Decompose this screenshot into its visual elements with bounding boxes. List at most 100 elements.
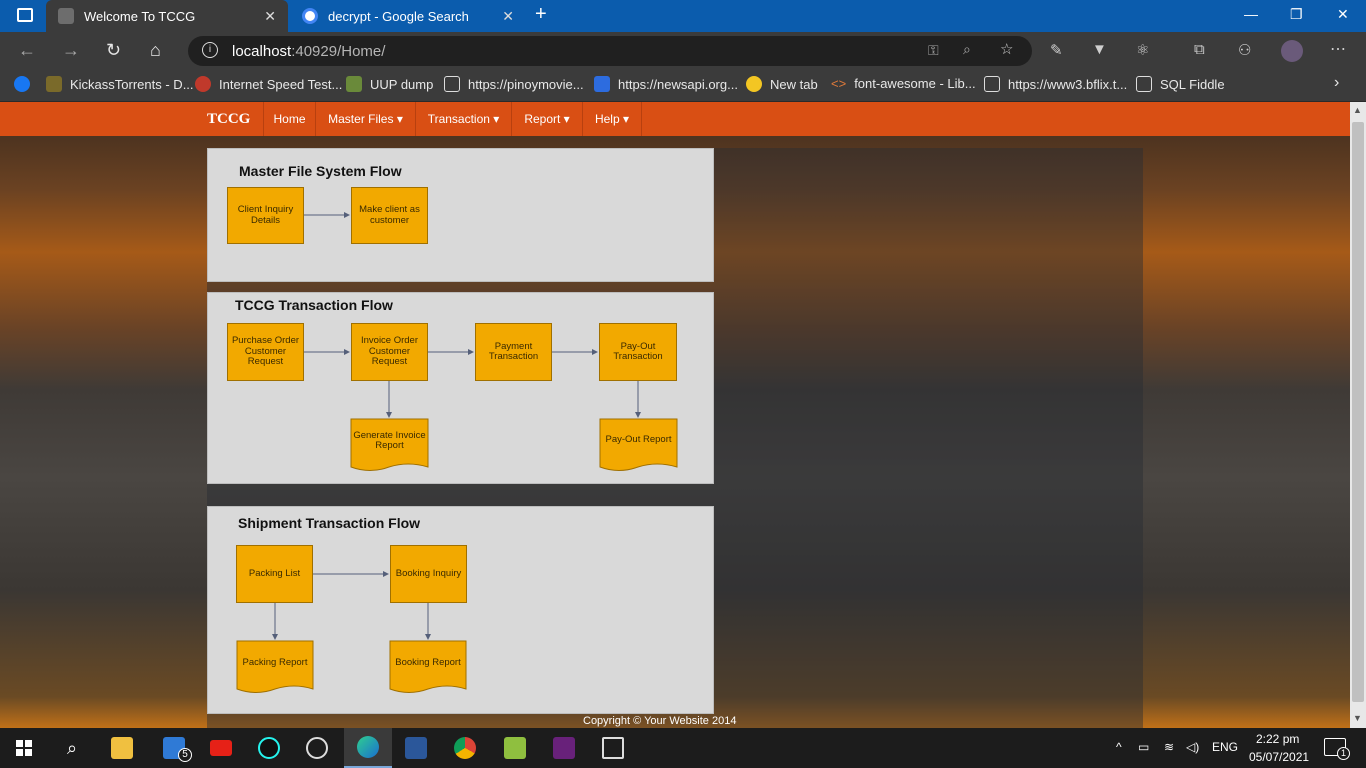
chrome-icon[interactable] <box>441 728 489 768</box>
forward-arrow-icon[interactable]: → <box>62 40 80 61</box>
bookmark-fontawesome[interactable]: <> font-awesome - Lib... <box>831 76 976 91</box>
extension-atom-icon[interactable]: ⚛ <box>1136 41 1149 59</box>
clock-time[interactable]: 2:22 pm <box>1256 732 1299 746</box>
code-icon: <> <box>831 76 847 91</box>
extension-pen-icon[interactable]: ✎ <box>1050 41 1063 59</box>
bookmark-facebook[interactable] <box>14 76 38 92</box>
clock-date[interactable]: 05/07/2021 <box>1249 750 1309 764</box>
refresh-icon[interactable]: ↻ <box>106 40 121 61</box>
bookmark-bflix[interactable]: https://www3.bflix.t... <box>984 76 1127 92</box>
favorite-star-icon[interactable]: ☆ <box>1000 40 1013 58</box>
minimize-button[interactable]: — <box>1244 6 1258 22</box>
nav-report[interactable]: Report ▾ <box>511 102 582 136</box>
home-icon[interactable]: ⌂ <box>150 40 161 61</box>
avatar[interactable] <box>1281 40 1303 62</box>
info-icon[interactable]: i <box>202 42 218 58</box>
close-tab-icon[interactable]: ✕ <box>264 8 276 25</box>
nav-transaction[interactable]: Transaction ▾ <box>415 102 511 136</box>
bookmark-newsapi[interactable]: https://newsapi.org... <box>594 76 738 92</box>
dev-tool-icon[interactable] <box>491 728 539 768</box>
address-path: :40929/Home/ <box>291 42 386 60</box>
bookmark-pinoymovie[interactable]: https://pinoymovie... <box>444 76 584 92</box>
flow-box-client-inquiry: Client Inquiry Details <box>227 187 304 244</box>
windows-taskbar: ⌕ 5 ^ ▭ ≋ ◁) ENG 2:22 pm 05/07/2021 1 <box>0 728 1366 768</box>
newsapi-icon <box>594 76 610 92</box>
search-icon[interactable]: ⌕ <box>48 728 96 768</box>
uup-icon <box>346 76 362 92</box>
bookmark-label: KickassTorrents - D... <box>70 76 194 92</box>
volume-icon[interactable]: ◁) <box>1186 740 1199 754</box>
file-explorer-icon[interactable] <box>98 728 146 768</box>
site-footer: Copyright © Your Website 2014 <box>583 715 737 727</box>
flow-box-make-customer: Make client as customer <box>351 187 428 244</box>
page-scrollbar[interactable]: ▲ ▼ <box>1350 102 1366 728</box>
nav-master-files[interactable]: Master Files ▾ <box>315 102 415 136</box>
main-content: Master File System Flow Client Inquiry D… <box>207 148 1143 728</box>
bookmark-newtab[interactable]: New tab <box>746 76 818 92</box>
extension-v-icon[interactable]: ▼ <box>1092 41 1107 58</box>
battery-icon[interactable]: ▭ <box>1138 740 1149 754</box>
scrollbar-thumb[interactable] <box>1352 122 1364 702</box>
bookmark-sqlfiddle[interactable]: SQL Fiddle <box>1136 76 1225 92</box>
speedometer-app-icon[interactable] <box>293 728 341 768</box>
bookmarks-overflow-chevron-icon[interactable]: › <box>1334 74 1339 92</box>
tab-actions-icon[interactable] <box>17 8 33 22</box>
back-arrow-icon[interactable]: ← <box>18 40 36 61</box>
windows-logo-icon <box>16 740 32 756</box>
page-icon <box>984 76 1000 92</box>
browser-title-bar: Welcome To TCCG ✕ decrypt - Google Searc… <box>0 0 1366 32</box>
tab-welcome[interactable]: Welcome To TCCG ✕ <box>46 0 288 32</box>
bookmark-speedtest[interactable]: Internet Speed Test... <box>195 76 342 92</box>
doc-label: Packing Report <box>242 657 308 668</box>
collections-icon[interactable]: ⧉ <box>1194 41 1205 58</box>
page-icon <box>444 76 460 92</box>
edge-browser-icon[interactable] <box>344 728 392 768</box>
bookmark-label: font-awesome - Lib... <box>854 76 976 91</box>
facebook-icon <box>14 76 30 92</box>
youtube-icon[interactable] <box>197 728 245 768</box>
more-menu-icon[interactable]: ⋯ <box>1330 39 1346 59</box>
tab-google-search[interactable]: decrypt - Google Search ✕ <box>290 0 526 32</box>
language-indicator[interactable]: ENG <box>1212 740 1238 754</box>
bookmark-label: https://pinoymovie... <box>468 76 584 92</box>
bookmark-kickass[interactable]: KickassTorrents - D... <box>46 76 194 92</box>
profile-switch-icon[interactable]: ⚇ <box>1238 41 1251 59</box>
wifi-icon[interactable]: ≋ <box>1164 740 1174 754</box>
visual-studio-icon[interactable] <box>540 728 588 768</box>
site-navbar: TCCG Home Master Files ▾ Transaction ▾ R… <box>0 102 1350 136</box>
tab-title: Welcome To TCCG <box>84 8 196 24</box>
tiktok-icon[interactable] <box>245 728 293 768</box>
flow-box-booking-inquiry: Booking Inquiry <box>390 545 467 603</box>
word-icon[interactable] <box>392 728 440 768</box>
bookmark-label: https://newsapi.org... <box>618 76 738 92</box>
tab-title: decrypt - Google Search <box>328 8 469 24</box>
close-tab-icon[interactable]: ✕ <box>502 8 514 25</box>
flow-doc-packing-report: Packing Report <box>237 641 313 693</box>
page-icon <box>1136 76 1152 92</box>
site-brand[interactable]: TCCG <box>207 111 250 128</box>
scroll-down-arrow-icon[interactable]: ▼ <box>1353 713 1362 723</box>
emoji-icon <box>746 76 762 92</box>
web-page: TCCG Home Master Files ▾ Transaction ▾ R… <box>0 102 1350 728</box>
bookmark-label: https://www3.bflix.t... <box>1008 76 1128 92</box>
flow-box-payment: Payment Transaction <box>475 323 552 381</box>
new-tab-button[interactable]: + <box>535 3 547 26</box>
bookmark-label: SQL Fiddle <box>1160 76 1225 92</box>
nav-help[interactable]: Help ▾ <box>582 102 642 136</box>
scroll-up-arrow-icon[interactable]: ▲ <box>1353 105 1362 115</box>
notifications-icon[interactable]: 1 <box>1324 738 1350 760</box>
nav-home[interactable]: Home <box>263 102 315 136</box>
key-icon[interactable]: ⚿ <box>928 42 939 59</box>
maximize-button[interactable]: ❐ <box>1290 6 1303 23</box>
kickass-icon <box>46 76 62 92</box>
remote-desktop-icon[interactable] <box>589 728 637 768</box>
zoom-icon[interactable]: ⌕ <box>963 41 971 58</box>
tablet-app-icon[interactable]: 5 <box>150 728 198 768</box>
close-window-button[interactable]: ✕ <box>1337 6 1349 23</box>
flow-box-packing-list: Packing List <box>236 545 313 603</box>
doc-label: Pay-Out Report <box>605 434 672 445</box>
address-bar[interactable]: i localhost:40929/Home/ ⚿ ⌕ ☆ <box>188 36 1032 66</box>
tray-chevron-up-icon[interactable]: ^ <box>1116 740 1122 754</box>
start-button[interactable] <box>0 728 48 768</box>
bookmark-uup[interactable]: UUP dump <box>346 76 433 92</box>
